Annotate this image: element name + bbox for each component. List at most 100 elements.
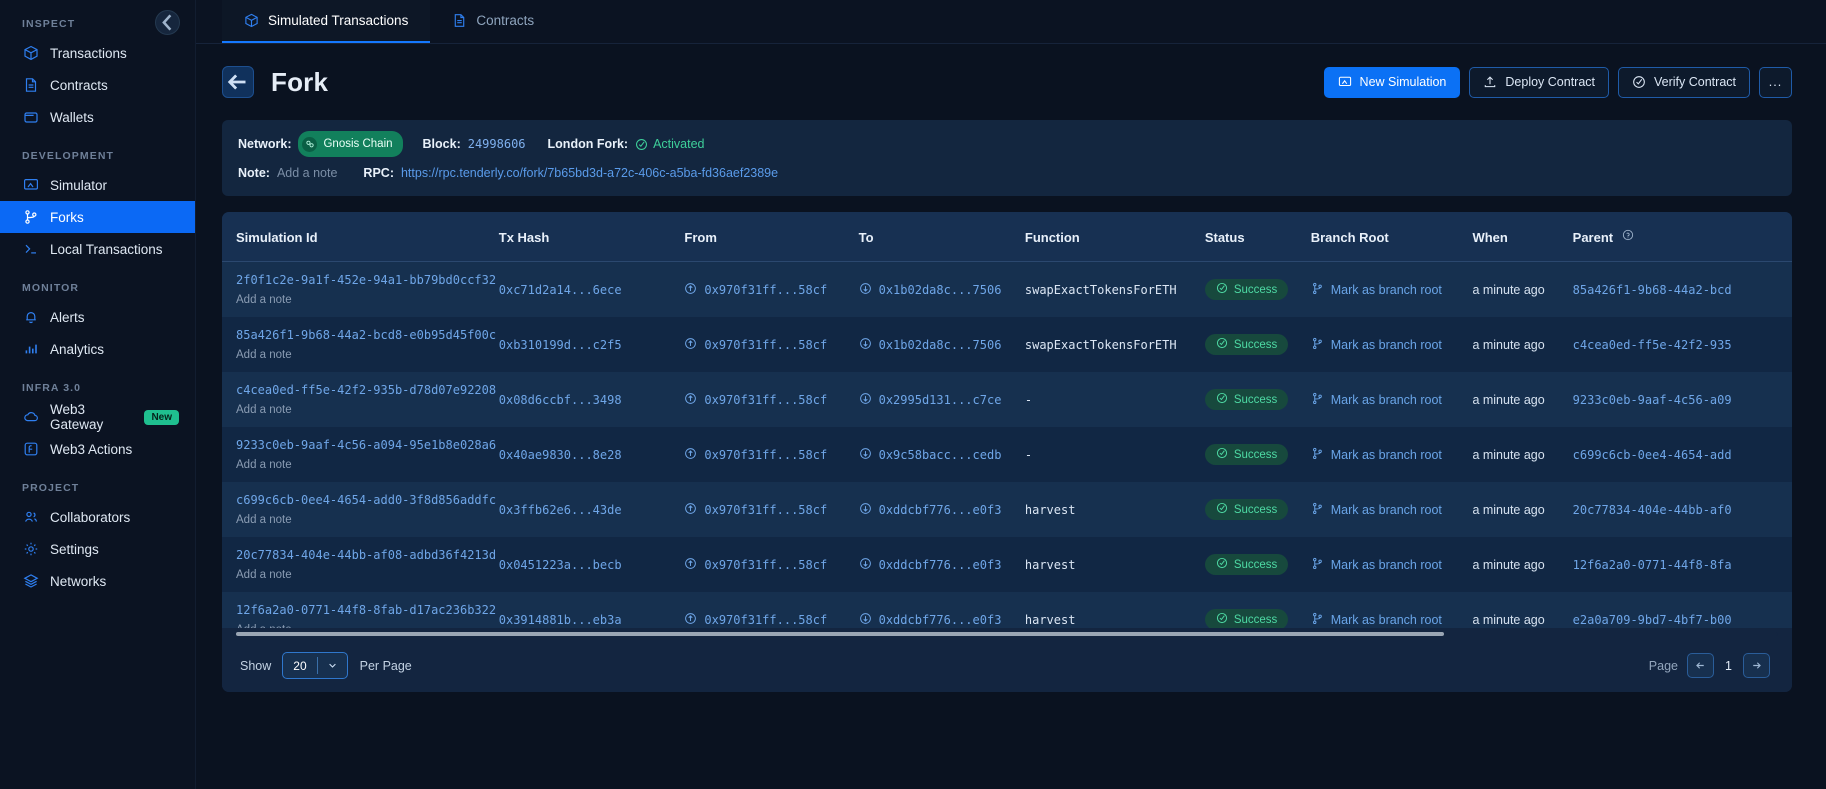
prev-page-button[interactable] (1687, 653, 1714, 678)
network-chip[interactable]: Gnosis Chain (298, 131, 403, 157)
tx-hash-link[interactable]: 0x08d6ccbf...3498 (499, 393, 622, 407)
table-row[interactable]: 20c77834-404e-44bb-af08-adbd36f4213d Add … (222, 537, 1792, 592)
sidebar-item-wallets[interactable]: Wallets (0, 101, 195, 133)
from-address[interactable]: 0x970f31ff...58cf (704, 393, 827, 407)
scrollbar-track[interactable] (236, 631, 1778, 636)
tab-contracts[interactable]: Contracts (430, 0, 556, 43)
table-row[interactable]: c4cea0ed-ff5e-42f2-935b-d78d07e92208 Add … (222, 372, 1792, 427)
column-header-tx-hash[interactable]: Tx Hash (498, 212, 685, 262)
from-address[interactable]: 0x970f31ff...58cf (704, 338, 827, 352)
sidebar-item-collaborators[interactable]: Collaborators (0, 501, 195, 533)
from-address[interactable]: 0x970f31ff...58cf (704, 448, 827, 462)
column-header-simulation-id[interactable]: Simulation Id (222, 212, 499, 262)
sidebar-item-local-transactions[interactable]: Local Transactions (0, 233, 195, 265)
simulation-id-link[interactable]: 2f0f1c2e-9a1f-452e-94a1-bb79bd0ccf32 (236, 273, 499, 287)
simulation-id-link[interactable]: 12f6a2a0-0771-44f8-8fab-d17ac236b322 (236, 603, 499, 617)
sidebar-item-alerts[interactable]: Alerts (0, 301, 195, 333)
sidebar-item-settings[interactable]: Settings (0, 533, 195, 565)
from-address[interactable]: 0x970f31ff...58cf (704, 283, 827, 297)
parent-link[interactable]: 20c77834-404e-44bb-af0 (1573, 503, 1732, 517)
block-value[interactable]: 24998606 (468, 133, 526, 155)
new-simulation-button[interactable]: New Simulation (1323, 66, 1461, 98)
mark-as-branch-root-button[interactable]: Mark as branch root (1311, 282, 1442, 298)
table-row[interactable]: 9233c0eb-9aaf-4c56-a094-95e1b8e028a6 Add … (222, 427, 1792, 482)
tx-hash-link[interactable]: 0x0451223a...becb (499, 558, 622, 572)
table-row[interactable]: 2f0f1c2e-9a1f-452e-94a1-bb79bd0ccf32 Add … (222, 261, 1792, 317)
mark-as-branch-root-button[interactable]: Mark as branch root (1311, 392, 1442, 408)
add-note-link[interactable]: Add a note (236, 514, 292, 526)
next-page-button[interactable] (1743, 653, 1770, 678)
tx-hash-link[interactable]: 0xb310199d...c2f5 (499, 338, 622, 352)
deploy-contract-button[interactable]: Deploy Contract (1469, 66, 1610, 98)
tx-hash-link[interactable]: 0xc71d2a14...6ece (499, 283, 622, 297)
sidebar-item-networks[interactable]: Networks (0, 565, 195, 597)
add-note-link[interactable]: Add a note (277, 162, 337, 184)
to-address[interactable]: 0x1b02da8c...7506 (879, 338, 1002, 352)
per-page-select[interactable]: 20 (282, 652, 348, 679)
to-address[interactable]: 0x9c58bacc...cedb (879, 448, 1002, 462)
sidebar-item-web3-gateway[interactable]: Web3 Gateway New (0, 401, 195, 433)
mark-as-branch-root-button[interactable]: Mark as branch root (1311, 502, 1442, 518)
parent-link[interactable]: e2a0a709-9bd7-4bf7-b00 (1573, 613, 1732, 627)
mark-as-branch-root-button[interactable]: Mark as branch root (1311, 612, 1442, 628)
table-row[interactable]: c699c6cb-0ee4-4654-add0-3f8d856addfc Add … (222, 482, 1792, 537)
sidebar-item-simulator[interactable]: Simulator (0, 169, 195, 201)
from-address[interactable]: 0x970f31ff...58cf (704, 613, 827, 627)
table-scroll-region[interactable]: Simulation Id Tx Hash From To Function S… (222, 212, 1792, 628)
column-header-when[interactable]: When (1472, 212, 1573, 262)
sidebar-collapse-button[interactable] (155, 10, 180, 35)
to-address[interactable]: 0x2995d131...c7ce (879, 393, 1002, 407)
to-address[interactable]: 0xddcbf776...e0f3 (879, 613, 1002, 627)
sidebar-item-forks[interactable]: Forks (0, 201, 195, 233)
add-note-link[interactable]: Add a note (236, 294, 292, 306)
to-address[interactable]: 0xddcbf776...e0f3 (879, 558, 1002, 572)
simulation-id-link[interactable]: 20c77834-404e-44bb-af08-adbd36f4213d (236, 548, 499, 562)
parent-link[interactable]: 85a426f1-9b68-44a2-bcd (1573, 283, 1732, 297)
mark-as-branch-root-button[interactable]: Mark as branch root (1311, 557, 1442, 573)
simulation-id-link[interactable]: 9233c0eb-9aaf-4c56-a094-95e1b8e028a6 (236, 438, 499, 452)
column-header-branch-root[interactable]: Branch Root (1310, 212, 1473, 262)
column-header-function[interactable]: Function (1024, 212, 1205, 262)
simulation-id-link[interactable]: 85a426f1-9b68-44a2-bcd8-e0b95d45f00c (236, 328, 499, 342)
add-note-link[interactable]: Add a note (236, 404, 292, 416)
sidebar-item-contracts[interactable]: Contracts (0, 69, 195, 101)
add-note-link[interactable]: Add a note (236, 624, 292, 628)
mark-as-branch-root-button[interactable]: Mark as branch root (1311, 447, 1442, 463)
from-address[interactable]: 0x970f31ff...58cf (704, 558, 827, 572)
tx-hash-link[interactable]: 0x3914881b...eb3a (499, 613, 622, 627)
more-options-button[interactable]: ... (1759, 66, 1792, 98)
simulation-id-link[interactable]: c4cea0ed-ff5e-42f2-935b-d78d07e92208 (236, 383, 499, 397)
tx-hash-link[interactable]: 0x3ffb62e6...43de (499, 503, 622, 517)
status-badge: Success (1204, 499, 1289, 520)
back-button[interactable] (222, 66, 254, 98)
tab-simulated-transactions[interactable]: Simulated Transactions (222, 0, 431, 43)
parent-link[interactable]: 9233c0eb-9aaf-4c56-a09 (1573, 393, 1732, 407)
horizontal-scrollbar[interactable] (222, 628, 1792, 639)
simulation-id-link[interactable]: c699c6cb-0ee4-4654-add0-3f8d856addfc (236, 493, 499, 507)
to-address[interactable]: 0xddcbf776...e0f3 (879, 503, 1002, 517)
question-circle-icon[interactable] (1622, 229, 1634, 241)
column-header-parent[interactable]: Parent (1572, 212, 1792, 262)
table-row[interactable]: 12f6a2a0-0771-44f8-8fab-d17ac236b322 Add … (222, 592, 1792, 628)
parent-link[interactable]: c4cea0ed-ff5e-42f2-935 (1573, 338, 1732, 352)
from-address[interactable]: 0x970f31ff...58cf (704, 503, 827, 517)
rpc-url[interactable]: https://rpc.tenderly.co/fork/7b65bd3d-a7… (401, 162, 778, 184)
scrollbar-thumb[interactable] (236, 631, 1444, 636)
parent-link[interactable]: c699c6cb-0ee4-4654-add (1573, 448, 1732, 462)
status-text: Activated (653, 137, 705, 151)
column-header-to[interactable]: To (858, 212, 1025, 262)
sidebar-item-analytics[interactable]: Analytics (0, 333, 195, 365)
parent-link[interactable]: 12f6a2a0-0771-44f8-8fa (1573, 558, 1732, 572)
add-note-link[interactable]: Add a note (236, 349, 292, 361)
column-header-from[interactable]: From (684, 212, 859, 262)
mark-as-branch-root-button[interactable]: Mark as branch root (1311, 337, 1442, 353)
table-row[interactable]: 85a426f1-9b68-44a2-bcd8-e0b95d45f00c Add … (222, 317, 1792, 372)
tx-hash-link[interactable]: 0x40ae9830...8e28 (499, 448, 622, 462)
to-address[interactable]: 0x1b02da8c...7506 (879, 283, 1002, 297)
sidebar-item-transactions[interactable]: Transactions (0, 37, 195, 69)
add-note-link[interactable]: Add a note (236, 459, 292, 471)
verify-contract-button[interactable]: Verify Contract (1618, 66, 1750, 98)
column-header-status[interactable]: Status (1204, 212, 1311, 262)
add-note-link[interactable]: Add a note (236, 569, 292, 581)
sidebar-item-web3-actions[interactable]: Web3 Actions (0, 433, 195, 465)
